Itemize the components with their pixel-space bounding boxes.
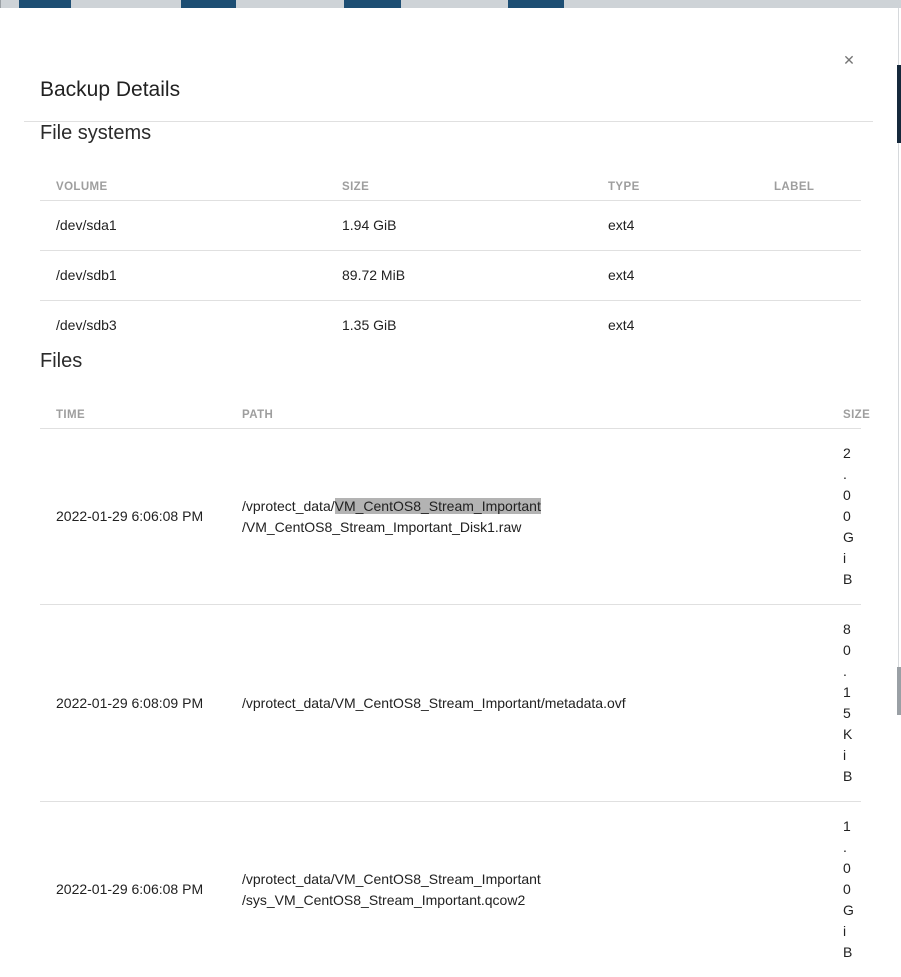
filesystems-heading: File systems xyxy=(40,122,857,145)
column-header-label: LABEL xyxy=(758,163,861,201)
table-row: 2022-01-29 6:06:08 PM /vprotect_data/VM_… xyxy=(40,802,861,977)
time-cell: 2022-01-29 6:06:08 PM xyxy=(40,802,226,977)
path-cell: /vprotect_data/VM_CentOS8_Stream_Importa… xyxy=(226,802,827,977)
size-cell: 80.15 KiB xyxy=(827,605,861,802)
path-text: /vprotect_data/VM_CentOS8_Stream_Importa… xyxy=(242,871,541,887)
path-text: /vprotect_data/VM_CentOS8_Stream_Importa… xyxy=(242,695,626,711)
volume-cell: /dev/sda1 xyxy=(40,201,326,251)
label-cell xyxy=(758,251,861,301)
column-header-path: PATH xyxy=(226,391,827,429)
type-cell: ext4 xyxy=(592,201,758,251)
path-text: /vprotect_data/ xyxy=(242,498,335,514)
background-tab-fragment xyxy=(19,0,71,8)
size-cell: 89.72 MiB xyxy=(326,251,592,301)
files-heading: Files xyxy=(40,350,857,373)
path-selected-text: VM_CentOS8_Stream_Important xyxy=(335,498,541,514)
label-cell xyxy=(758,201,861,251)
path-text: /VM_CentOS8_Stream_Important_Disk1.raw xyxy=(242,519,521,535)
background-page-top-edge xyxy=(0,0,901,8)
backup-details-modal: ✕ Backup Details File systems VOLUME SIZ… xyxy=(0,8,897,715)
filesystems-header-row: VOLUME SIZE TYPE LABEL xyxy=(40,163,861,201)
path-cell: /vprotect_data/VM_CentOS8_Stream_Importa… xyxy=(226,429,827,605)
time-cell: 2022-01-29 6:08:09 PM xyxy=(40,605,226,802)
size-cell: 1.35 GiB xyxy=(326,301,592,351)
column-header-size: SIZE xyxy=(326,163,592,201)
size-cell: 1.00 GiB xyxy=(827,802,861,977)
size-cell: 1.94 GiB xyxy=(326,201,592,251)
volume-cell: /dev/sdb3 xyxy=(40,301,326,351)
label-cell xyxy=(758,301,861,351)
files-header-row: TIME PATH SIZE xyxy=(40,391,861,429)
close-icon[interactable]: ✕ xyxy=(840,51,858,69)
path-cell: /vprotect_data/VM_CentOS8_Stream_Importa… xyxy=(226,605,827,802)
background-tab-fragment xyxy=(344,0,401,8)
files-table: TIME PATH SIZE 2022-01-29 6:06:08 PM /vp… xyxy=(40,391,861,977)
background-scrollbar-fragment xyxy=(897,667,901,715)
table-row: /dev/sdb3 1.35 GiB ext4 xyxy=(40,301,861,351)
type-cell: ext4 xyxy=(592,251,758,301)
background-tab-fragment xyxy=(508,0,564,8)
column-header-size: SIZE xyxy=(827,391,861,429)
size-cell: 2.00 GiB xyxy=(827,429,861,605)
filesystems-table: VOLUME SIZE TYPE LABEL /dev/sda1 1.94 Gi… xyxy=(40,163,861,350)
table-row: /dev/sdb1 89.72 MiB ext4 xyxy=(40,251,861,301)
modal-title: Backup Details xyxy=(40,8,857,102)
column-header-type: TYPE xyxy=(592,163,758,201)
type-cell: ext4 xyxy=(592,301,758,351)
path-text: /sys_VM_CentOS8_Stream_Important.qcow2 xyxy=(242,892,525,908)
time-cell: 2022-01-29 6:06:08 PM xyxy=(40,429,226,605)
background-tab-fragment xyxy=(181,0,236,8)
table-row: 2022-01-29 6:08:09 PM /vprotect_data/VM_… xyxy=(40,605,861,802)
background-navy-fragment xyxy=(897,65,901,143)
volume-cell: /dev/sdb1 xyxy=(40,251,326,301)
column-header-volume: VOLUME xyxy=(40,163,326,201)
column-header-time: TIME xyxy=(40,391,226,429)
table-row: /dev/sda1 1.94 GiB ext4 xyxy=(40,201,861,251)
table-row: 2022-01-29 6:06:08 PM /vprotect_data/VM_… xyxy=(40,429,861,605)
